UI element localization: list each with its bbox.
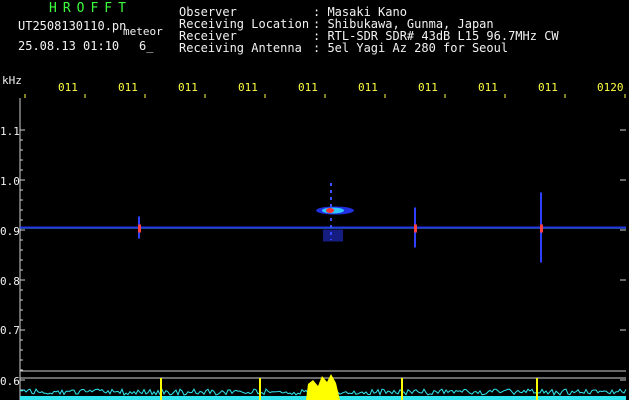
spectrogram-plot — [19, 94, 627, 400]
echo-hotspot — [138, 224, 141, 233]
echo-core — [326, 208, 334, 213]
echo-lower-blob — [323, 229, 343, 242]
echo-hotspot — [540, 224, 543, 233]
echo-hotspot — [414, 224, 417, 233]
hrofft-window: HROFFT UT2508130110.pn meteor 25.08.13 0… — [0, 0, 629, 400]
